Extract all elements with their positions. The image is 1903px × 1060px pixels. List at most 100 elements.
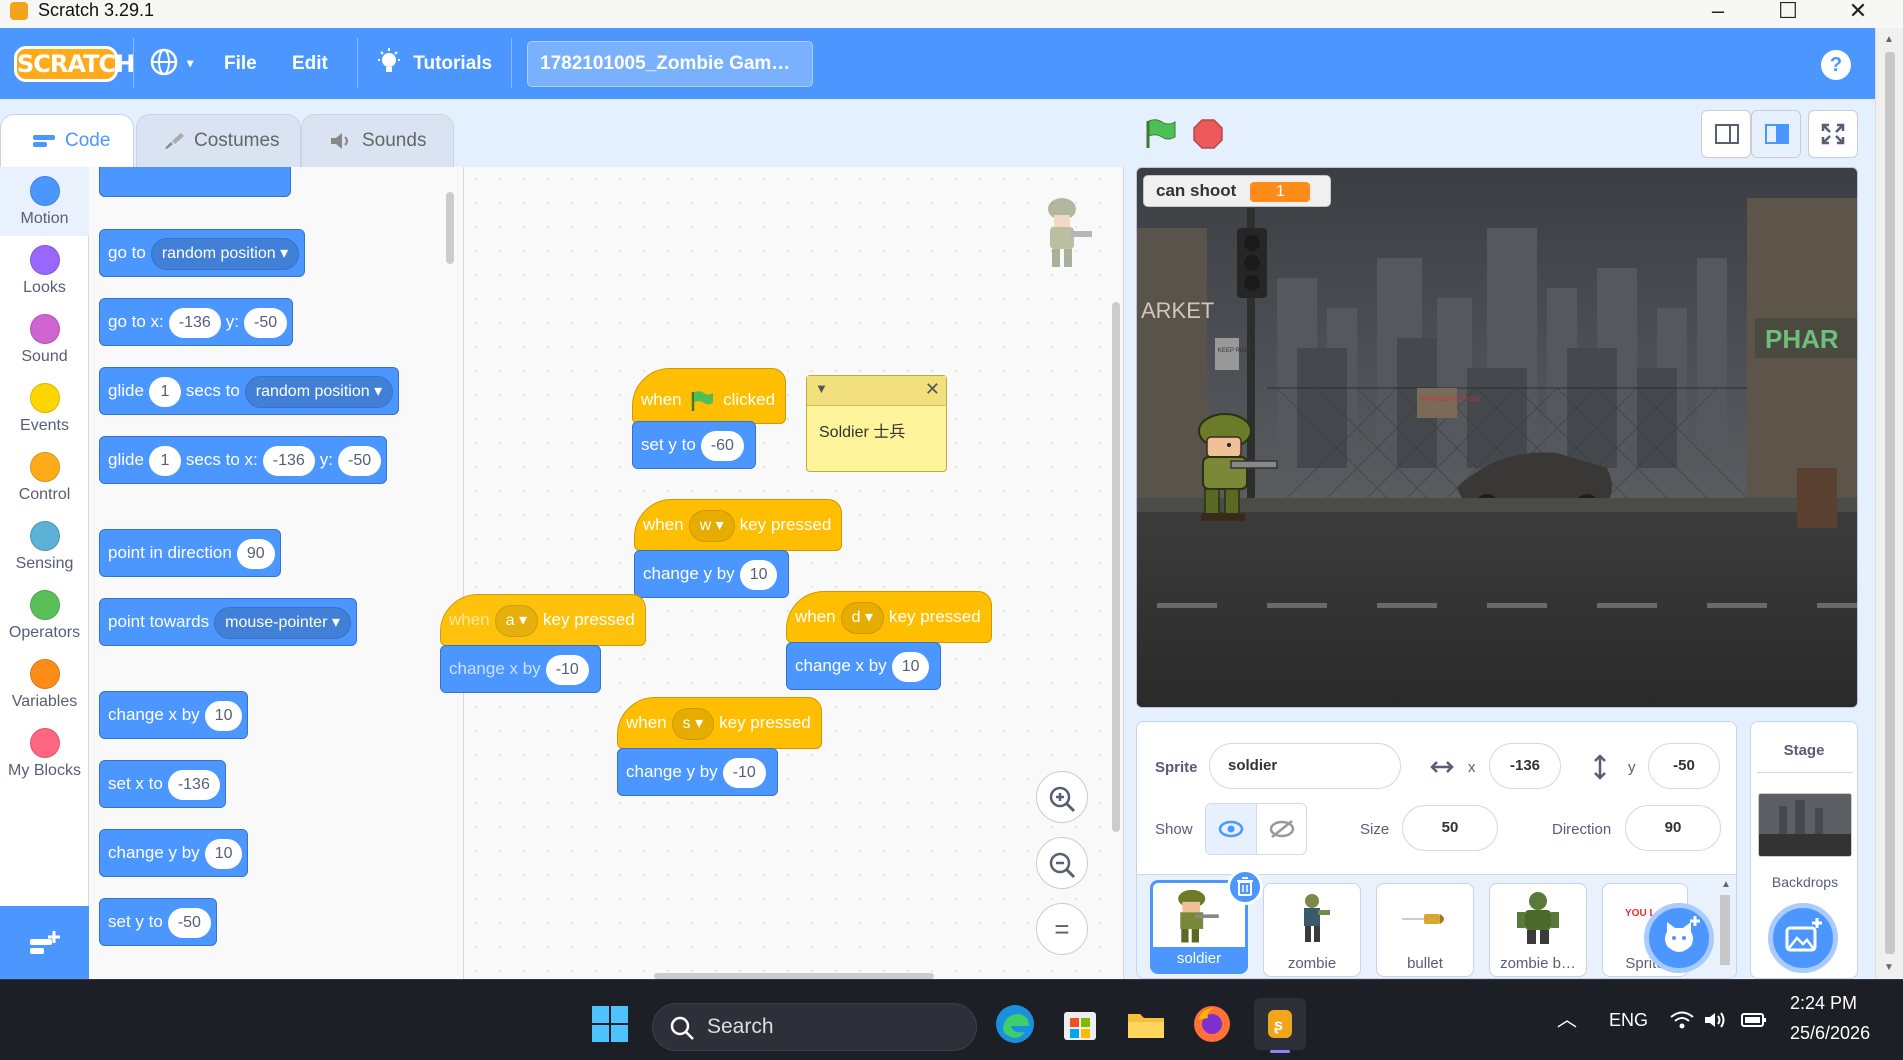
palette-block-set-x[interactable]: set x to -136: [99, 760, 226, 808]
y-input[interactable]: -50: [338, 445, 382, 476]
show-hidden-icons-icon[interactable]: ︿: [1557, 980, 1577, 1060]
change-x-block[interactable]: change x by -10: [440, 645, 601, 693]
when-w-pressed-block[interactable]: when w ▾ key pressed: [634, 499, 843, 551]
sprite-name-input[interactable]: soldier: [1209, 743, 1401, 789]
y-input[interactable]: -50: [1648, 743, 1720, 789]
edge-browser-icon[interactable]: [991, 1000, 1039, 1048]
palette-block-set-y[interactable]: set y to -50: [99, 898, 217, 946]
x-input[interactable]: -136: [168, 307, 221, 338]
category-events[interactable]: Events: [0, 374, 89, 443]
sprite-comment[interactable]: ▼ ✕ Soldier 士兵: [806, 375, 947, 472]
language-menu[interactable]: ▼: [149, 28, 196, 99]
zoom-out-button[interactable]: [1036, 837, 1088, 889]
category-variables[interactable]: Variables: [0, 650, 89, 719]
fullscreen-button[interactable]: [1808, 110, 1858, 158]
change-x-block[interactable]: change x by 10: [786, 642, 942, 690]
windows-start-icon[interactable]: [592, 1006, 628, 1042]
tab-sounds[interactable]: Sounds: [301, 114, 454, 168]
key-dropdown[interactable]: d ▾: [840, 601, 885, 634]
key-dropdown[interactable]: a ▾: [494, 604, 539, 637]
show-button[interactable]: [1206, 804, 1257, 854]
when-flag-clicked-block[interactable]: when clicked: [632, 368, 787, 424]
scratch-taskbar-button[interactable]: ʂ: [1254, 998, 1306, 1053]
taskbar-search-input[interactable]: Search: [652, 1003, 977, 1051]
file-menu[interactable]: File: [224, 28, 257, 99]
category-sound[interactable]: Sound: [0, 305, 89, 374]
value-input[interactable]: -50: [167, 907, 211, 938]
key-dropdown[interactable]: w ▾: [688, 509, 735, 542]
tutorials-menu[interactable]: Tutorials: [376, 28, 492, 99]
volume-icon[interactable]: [1703, 1010, 1727, 1030]
category-control[interactable]: Control: [0, 443, 89, 512]
battery-icon[interactable]: [1741, 1012, 1767, 1028]
secs-input[interactable]: 1: [148, 445, 181, 476]
sprite-list-scrollbar[interactable]: ▲: [1717, 879, 1733, 977]
size-input[interactable]: 50: [1402, 805, 1498, 851]
glide-target-dropdown[interactable]: random position ▾: [244, 375, 394, 408]
palette-block-glide-xy[interactable]: glide 1 secs to x: -136 y: -50: [99, 436, 388, 484]
when-s-pressed-block[interactable]: when s ▾ key pressed: [617, 697, 822, 749]
category-sensing[interactable]: Sensing: [0, 512, 89, 581]
clock-time[interactable]: 2:24 PM: [1790, 993, 1857, 1019]
tab-code[interactable]: Code: [0, 114, 134, 169]
choose-sprite-button[interactable]: [1644, 903, 1714, 973]
comment-collapse-icon[interactable]: ▼: [815, 381, 828, 396]
project-title-input[interactable]: 1782101005_Zombie Gam…: [527, 41, 813, 87]
stage-canvas[interactable]: ARKET PHAR KEEP RIGHT WARNING KEEP OUT: [1136, 167, 1858, 708]
variable-monitor-can-shoot[interactable]: can shoot 1: [1143, 175, 1331, 207]
microsoft-store-icon[interactable]: [1056, 1000, 1104, 1048]
script-area[interactable]: [464, 167, 1124, 979]
firefox-icon[interactable]: [1188, 1000, 1236, 1048]
edit-menu[interactable]: Edit: [292, 28, 328, 99]
category-operators[interactable]: Operators: [0, 581, 89, 650]
sprite-thumb-soldier[interactable]: soldier: [1150, 869, 1263, 974]
palette-block-glide[interactable]: glide 1 secs to random position ▾: [99, 367, 400, 415]
value-input[interactable]: -10: [545, 654, 589, 685]
change-y-block[interactable]: change y by -10: [617, 748, 778, 796]
scratch-logo[interactable]: SCRATCH: [14, 46, 135, 82]
window-scrollbar[interactable]: ▲ ▼: [1875, 28, 1903, 979]
palette-block-goto[interactable]: go to random position ▾: [99, 229, 306, 277]
value-input[interactable]: 10: [891, 651, 930, 682]
clock-date[interactable]: 25/6/2026: [1790, 1023, 1870, 1049]
palette-block-point-direction[interactable]: point in direction 90: [99, 529, 281, 577]
category-looks[interactable]: Looks: [0, 236, 89, 305]
value-input[interactable]: -136: [167, 769, 220, 800]
when-a-pressed-block[interactable]: when a ▾ key pressed: [440, 594, 646, 646]
add-extension-button[interactable]: [0, 906, 89, 979]
green-flag-icon[interactable]: [1144, 119, 1176, 149]
palette-scrollbar[interactable]: [446, 192, 454, 264]
change-y-block[interactable]: change y by 10: [634, 550, 790, 598]
small-stage-button[interactable]: [1701, 110, 1751, 158]
towards-target-dropdown[interactable]: mouse-pointer ▾: [214, 606, 351, 639]
sprite-thumb-zombie[interactable]: zombie: [1263, 883, 1361, 977]
close-icon[interactable]: ✕: [1828, 0, 1888, 28]
value-input[interactable]: 10: [204, 700, 243, 731]
value-input[interactable]: -60: [700, 430, 744, 461]
stage-backdrop-thumb[interactable]: [1758, 793, 1852, 857]
stop-icon[interactable]: [1193, 119, 1223, 149]
hide-button[interactable]: [1257, 804, 1307, 854]
palette-block-change-y[interactable]: change y by 10: [99, 829, 249, 877]
direction-input[interactable]: 90: [236, 538, 275, 569]
goto-target-dropdown[interactable]: random position ▾: [150, 237, 300, 270]
comment-text[interactable]: Soldier 士兵: [807, 406, 946, 454]
choose-backdrop-button[interactable]: [1768, 903, 1838, 973]
zoom-in-button[interactable]: [1036, 771, 1088, 823]
category-my-blocks[interactable]: My Blocks: [0, 719, 89, 788]
sprite-thumb-bullet[interactable]: bullet: [1376, 883, 1474, 977]
file-explorer-icon[interactable]: [1122, 1000, 1170, 1048]
secs-input[interactable]: 1: [148, 376, 181, 407]
value-input[interactable]: 10: [204, 838, 243, 869]
value-input[interactable]: -10: [722, 757, 766, 788]
x-input[interactable]: -136: [1489, 743, 1561, 789]
key-dropdown[interactable]: s ▾: [671, 707, 715, 740]
sprite-thumb-zombie-boss[interactable]: zombie b…: [1489, 883, 1587, 977]
maximize-icon[interactable]: ☐: [1758, 0, 1818, 28]
soldier-sprite[interactable]: [1191, 413, 1287, 523]
x-input[interactable]: -136: [262, 445, 315, 476]
palette-block-goto-xy[interactable]: go to x: -136 y: -50: [99, 298, 294, 346]
zoom-reset-button[interactable]: =: [1036, 903, 1088, 955]
input-language-indicator[interactable]: ENG: [1609, 980, 1648, 1060]
comment-close-icon[interactable]: ✕: [925, 379, 940, 400]
